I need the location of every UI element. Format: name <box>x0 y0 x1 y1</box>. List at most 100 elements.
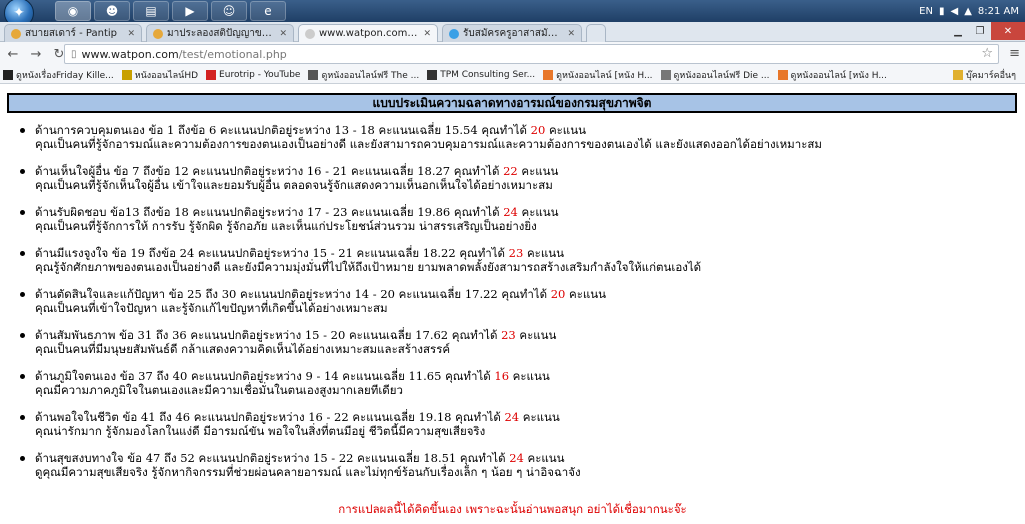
chrome-taskbar-icon[interactable]: ◉ <box>55 1 91 21</box>
close-tab-icon[interactable]: ✕ <box>567 29 575 39</box>
tab-watpon[interactable]: www.watpon.com/test/em ✕ <box>298 24 438 42</box>
bullet <box>20 128 25 133</box>
forward-arrow-icon[interactable]: → <box>26 44 46 64</box>
tab-favicon-icon <box>305 28 315 39</box>
tab-favicon-icon <box>153 28 163 39</box>
back-arrow-icon[interactable]: ← <box>3 44 23 64</box>
ie-taskbar-icon[interactable]: e <box>250 1 286 21</box>
result-description: คุณรู้จักศักยภาพของตนเองเป็นอย่างดี และย… <box>35 260 702 274</box>
bookmark-item[interactable]: หนังออนไลน์HD <box>119 67 201 83</box>
result-summary: ด้านเห็นใจผู้อื่น ข้อ 7 ถึงข้อ 12 คะแนนป… <box>35 164 559 178</box>
clock[interactable]: 8:21 AM <box>978 6 1019 17</box>
network-icon[interactable]: ▮ <box>939 6 945 17</box>
score-value: 24 <box>503 205 518 219</box>
result-description: คุณเป็นคนที่รู้จักเห็นใจผู้อื่น เข้าใจแล… <box>35 178 553 192</box>
bookmark-favicon-icon <box>777 69 788 80</box>
bookmark-item[interactable]: Eurotrip - YouTube <box>203 67 303 83</box>
windows-taskbar: ✦ ◉ ☻ ▤ ▶ ☺ e EN ▮ ◀ ▲ 8:21 AM <box>0 0 1025 28</box>
maximize-icon[interactable]: ❐ <box>969 22 991 40</box>
result-description: คุณเป็นคนที่รู้จักอารมณ์และความต้องการขอ… <box>35 137 822 151</box>
bullet <box>20 169 25 174</box>
bullet <box>20 374 25 379</box>
result-item: ด้านรับผิดชอบ ข้อ13 ถึงข้อ 18 คะแนนปกติอ… <box>20 205 1010 233</box>
footer-note: การแปลผลนี้ได้คิดขึ้นเอง เพราะฉะนั้นอ่าน… <box>338 502 687 516</box>
result-summary: ด้านสัมพันธภาพ ข้อ 31 ถึง 36 คะแนนปกติอย… <box>35 328 557 342</box>
score-value: 16 <box>494 369 510 383</box>
result-item: ด้านพอใจในชีวิต ข้อ 41 ถึง 46 คะแนนปกติอ… <box>20 410 1010 438</box>
bookmark-star-icon[interactable]: ☆ <box>981 46 993 61</box>
result-item: ด้านมีแรงจูงใจ ข้อ 19 ถึงข้อ 24 คะแนนปกต… <box>20 246 1010 274</box>
result-summary: ด้านภูมิใจตนเอง ข้อ 37 ถึง 40 คะแนนปกติอ… <box>35 369 550 383</box>
system-tray: EN ▮ ◀ ▲ 8:21 AM <box>919 0 1019 22</box>
bookmark-item[interactable]: ดูหนังออนไลน์ฟรี The ... <box>305 67 422 83</box>
score-value: 24 <box>504 410 520 424</box>
result-item: ด้านสุขสงบทางใจ ข้อ 47 ถึง 52 คะแนนปกติอ… <box>20 451 1010 479</box>
score-value: 23 <box>501 328 516 342</box>
bookmark-item[interactable]: ดูหนังออนไลน์ฟรี Die ... <box>658 67 773 83</box>
bullet <box>20 333 25 338</box>
signal-icon[interactable]: ▲ <box>964 6 972 17</box>
close-tab-icon[interactable]: ✕ <box>279 29 287 39</box>
bookmark-favicon-icon <box>543 69 554 80</box>
bookmark-item[interactable]: ดูหนังออนไลน์ [หนัง H... <box>775 67 890 83</box>
url-path: /test/emotional.php <box>178 47 287 61</box>
close-window-icon[interactable]: ✕ <box>991 22 1025 40</box>
browser-toolbar: ← → ↻ ▯ www.watpon.com/test/emotional.ph… <box>0 42 1025 66</box>
bullet <box>20 415 25 420</box>
bookmark-favicon-icon <box>121 69 132 80</box>
bookmark-favicon-icon <box>308 69 319 80</box>
tab-iq-test[interactable]: มาประลองสติปัญญาของคุณกับ ✕ <box>146 24 294 42</box>
minimize-icon[interactable]: ▁ <box>947 22 969 40</box>
result-description: คุณเป็นคนที่รู้จักการให้ การรับ รู้จักผิ… <box>35 219 537 233</box>
tab-favicon-icon <box>11 28 21 39</box>
other-bookmarks[interactable]: บุ๊คมาร์คอื่นๆ <box>950 67 1019 83</box>
result-summary: ด้านการควบคุมตนเอง ข้อ 1 ถึงข้อ 6 คะแนนป… <box>35 123 586 137</box>
volume-icon[interactable]: ◀ <box>950 6 958 17</box>
bookmark-item[interactable]: TPM Consulting Ser... <box>424 67 538 83</box>
security-taskbar-icon[interactable]: ☻ <box>94 1 130 21</box>
windows-logo-icon: ✦ <box>13 5 25 21</box>
result-item: ด้านตัดสินใจและแก้ปัญหา ข้อ 25 ถึง 30 คะ… <box>20 287 1010 315</box>
tab-strip: สบายสเดาร์ - Pantip ✕ มาประลองสติปัญญาขอ… <box>0 22 1025 42</box>
folder-taskbar-icon[interactable]: ▤ <box>133 1 169 21</box>
close-tab-icon[interactable]: ✕ <box>127 29 135 39</box>
result-summary: ด้านตัดสินใจและแก้ปัญหา ข้อ 25 ถึง 30 คะ… <box>35 287 607 301</box>
result-summary: ด้านสุขสงบทางใจ ข้อ 47 ถึง 52 คะแนนปกติอ… <box>35 451 565 465</box>
tab-favicon-icon <box>449 28 459 39</box>
result-description: คุณน่ารักมาก รู้จักมองโลกในแง่ดี มีอารมณ… <box>35 424 486 438</box>
result-item: ด้านภูมิใจตนเอง ข้อ 37 ถึง 40 คะแนนปกติอ… <box>20 369 1010 397</box>
result-item: ด้านสัมพันธภาพ ข้อ 31 ถึง 36 คะแนนปกติอย… <box>20 328 1010 356</box>
bookmark-favicon-icon <box>3 69 13 80</box>
close-tab-icon[interactable]: ✕ <box>423 29 431 39</box>
chat-taskbar-icon[interactable]: ☺ <box>211 1 247 21</box>
media-taskbar-icon[interactable]: ▶ <box>172 1 208 21</box>
result-summary: ด้านรับผิดชอบ ข้อ13 ถึงข้อ 18 คะแนนปกติอ… <box>35 205 559 219</box>
result-summary: ด้านมีแรงจูงใจ ข้อ 19 ถึงข้อ 24 คะแนนปกต… <box>35 246 564 260</box>
menu-icon[interactable]: ≡ <box>1009 46 1020 61</box>
result-description: คุณมีความภาคภูมิใจในตนเองและมีความเชื่อม… <box>35 383 403 397</box>
bullet <box>20 456 25 461</box>
bookmark-favicon-icon <box>427 69 438 80</box>
address-bar[interactable]: ▯ www.watpon.com/test/emotional.php ☆ <box>64 44 999 64</box>
result-item: ด้านการควบคุมตนเอง ข้อ 1 ถึงข้อ 6 คะแนนป… <box>20 123 1010 151</box>
bookmark-item[interactable]: ดูหนังเรื่องFriday Kille... <box>0 67 117 83</box>
page-title: แบบประเมินความฉลาดทางอารมณ์ของกรมสุขภาพจ… <box>7 93 1017 113</box>
bullet <box>20 251 25 256</box>
folder-icon <box>953 70 964 80</box>
tab-pantip[interactable]: สบายสเดาร์ - Pantip ✕ <box>4 24 142 42</box>
score-value: 24 <box>509 451 524 465</box>
tab-volunteer[interactable]: รับสมัครครูอาสาสมัคร จ.สมุทร ✕ <box>442 24 582 42</box>
result-item: ด้านเห็นใจผู้อื่น ข้อ 7 ถึงข้อ 12 คะแนนป… <box>20 164 1010 192</box>
bullet <box>20 210 25 215</box>
new-tab-button[interactable] <box>586 24 606 42</box>
url-text[interactable]: www.watpon.com/test/emotional.php <box>82 48 287 61</box>
result-description: คุณเป็นคนที่มีมนุษยสัมพันธ์ดี กล้าแสดงคว… <box>35 342 451 356</box>
taskbar-apps: ◉ ☻ ▤ ▶ ☺ e <box>55 1 286 21</box>
language-indicator[interactable]: EN <box>919 6 933 17</box>
bookmarks-bar: ดูหนังเรื่องFriday Kille... หนังออนไลน์H… <box>0 66 1025 84</box>
result-description: ดูคุณมีความสุขเสียจริง รู้จักหากิจกรรมที… <box>35 465 581 479</box>
score-value: 23 <box>508 246 524 260</box>
score-value: 20 <box>530 123 546 137</box>
page-content: แบบประเมินความฉลาดทางอารมณ์ของกรมสุขภาพจ… <box>0 85 1025 524</box>
bookmark-item[interactable]: ดูหนังออนไลน์ [หนัง H... <box>540 67 655 83</box>
